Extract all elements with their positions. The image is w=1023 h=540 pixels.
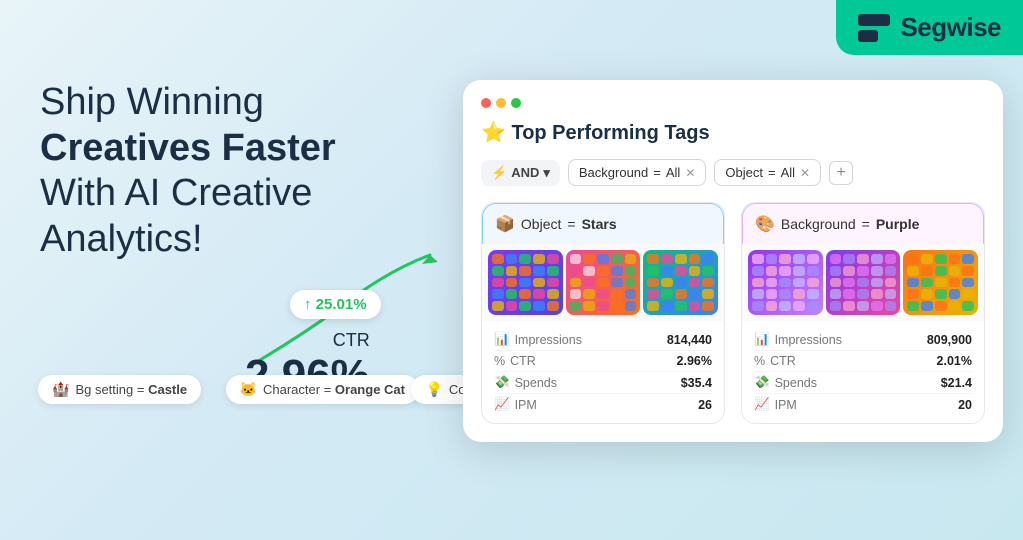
- game-image-1: [488, 250, 563, 315]
- stat-impressions-stars: 📊Impressions 814,440: [494, 329, 712, 351]
- card-images-purple: [742, 244, 984, 321]
- purple-image-2: [826, 250, 901, 315]
- card-header-object-stars: 📦 Object = Stars: [482, 203, 724, 244]
- card-images-stars: [482, 244, 724, 321]
- stat-ipm-purple: 📈IPM 20: [754, 394, 972, 415]
- hero-text-block: Ship Winning Creatives Faster With AI Cr…: [40, 80, 336, 262]
- cards-row: 📦 Object = Stars: [481, 202, 985, 424]
- window-dots: [481, 98, 985, 108]
- game-image-2: [566, 250, 641, 315]
- stat-spends-stars: 💸Spends $35.4: [494, 372, 712, 394]
- filter-chip-background[interactable]: Background = All ✕: [568, 159, 707, 186]
- purple-image-3: [903, 250, 978, 315]
- tag-character: 🐱 Character = Orange Cat: [226, 375, 419, 404]
- card-header-background-purple: 🎨 Background = Purple: [742, 203, 984, 244]
- filter-chip-object[interactable]: Object = All ✕: [714, 159, 821, 186]
- card-background-purple: 🎨 Background = Purple: [741, 202, 985, 424]
- filter-bar: ⚡ AND ▾ Background = All ✕ Object = All …: [481, 159, 985, 186]
- hero-headline: Ship Winning Creatives Faster With AI Cr…: [40, 80, 336, 262]
- stat-ctr-purple: %CTR 2.01%: [754, 351, 972, 372]
- panel-title: ⭐ Top Performing Tags: [481, 120, 985, 145]
- card-stats-stars: 📊Impressions 814,440 %CTR 2.96% 💸Spends …: [482, 321, 724, 423]
- game-image-3: [643, 250, 718, 315]
- purple-image-1: [748, 250, 823, 315]
- logo-icon: [858, 14, 890, 42]
- logo-text: Segwise: [900, 12, 1001, 43]
- logo-area: Segwise: [836, 0, 1023, 55]
- card-object-stars: 📦 Object = Stars: [481, 202, 725, 424]
- stat-impressions-purple: 📊Impressions 809,900: [754, 329, 972, 351]
- tag-bg-setting: 🏰 Bg setting = Castle: [38, 375, 201, 404]
- stat-spends-purple: 💸Spends $21.4: [754, 372, 972, 394]
- dashboard-panel: ⭐ Top Performing Tags ⚡ AND ▾ Background…: [463, 80, 1003, 442]
- filter-operator[interactable]: ⚡ AND ▾: [481, 160, 560, 186]
- card-stats-purple: 📊Impressions 809,900 %CTR 2.01% 💸Spends …: [742, 321, 984, 423]
- filter-add-button[interactable]: +: [829, 161, 853, 185]
- stat-ctr-stars: %CTR 2.96%: [494, 351, 712, 372]
- stat-ipm-stars: 📈IPM 26: [494, 394, 712, 415]
